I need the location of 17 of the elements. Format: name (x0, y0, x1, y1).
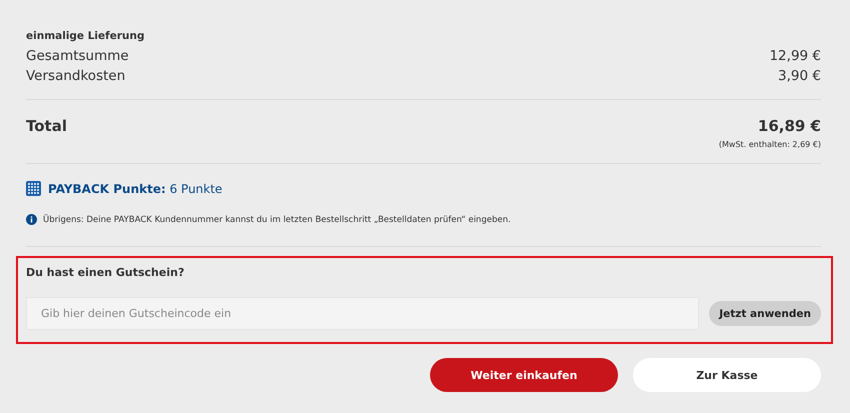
line-amount: 12,99 € (769, 47, 821, 66)
voucher-heading: Du hast einen Gutschein? (26, 266, 186, 279)
total-label: Total (26, 117, 67, 135)
payback-logo-icon (26, 181, 41, 196)
vat-note: (MwSt. enthalten: 2,69 €) (718, 140, 821, 149)
continue-shopping-button[interactable]: Weiter einkaufen (430, 358, 618, 392)
info-text: Übrigens: Deine PAYBACK Kundennummer kannst du im letzten Bestellschritt „Bestelldaten prüfen“ eingeben. (43, 214, 511, 224)
section-heading: einmalige Lieferung (26, 30, 146, 42)
payback-points: PAYBACK Punkte: 6 Punkte (48, 182, 222, 196)
checkout-button[interactable]: Zur Kasse (633, 358, 821, 392)
line-amount: 3,90 € (778, 67, 821, 86)
voucher-code-field[interactable]: Gib hier deinen Gutscheincode ein (26, 297, 700, 330)
line-label: Versandkosten (26, 67, 126, 86)
info-icon (26, 214, 37, 225)
line-label: Gesamtsumme (26, 47, 129, 66)
apply-button[interactable]: Jetzt anwenden (709, 301, 821, 326)
total-amount: 16,89 € (758, 117, 821, 135)
